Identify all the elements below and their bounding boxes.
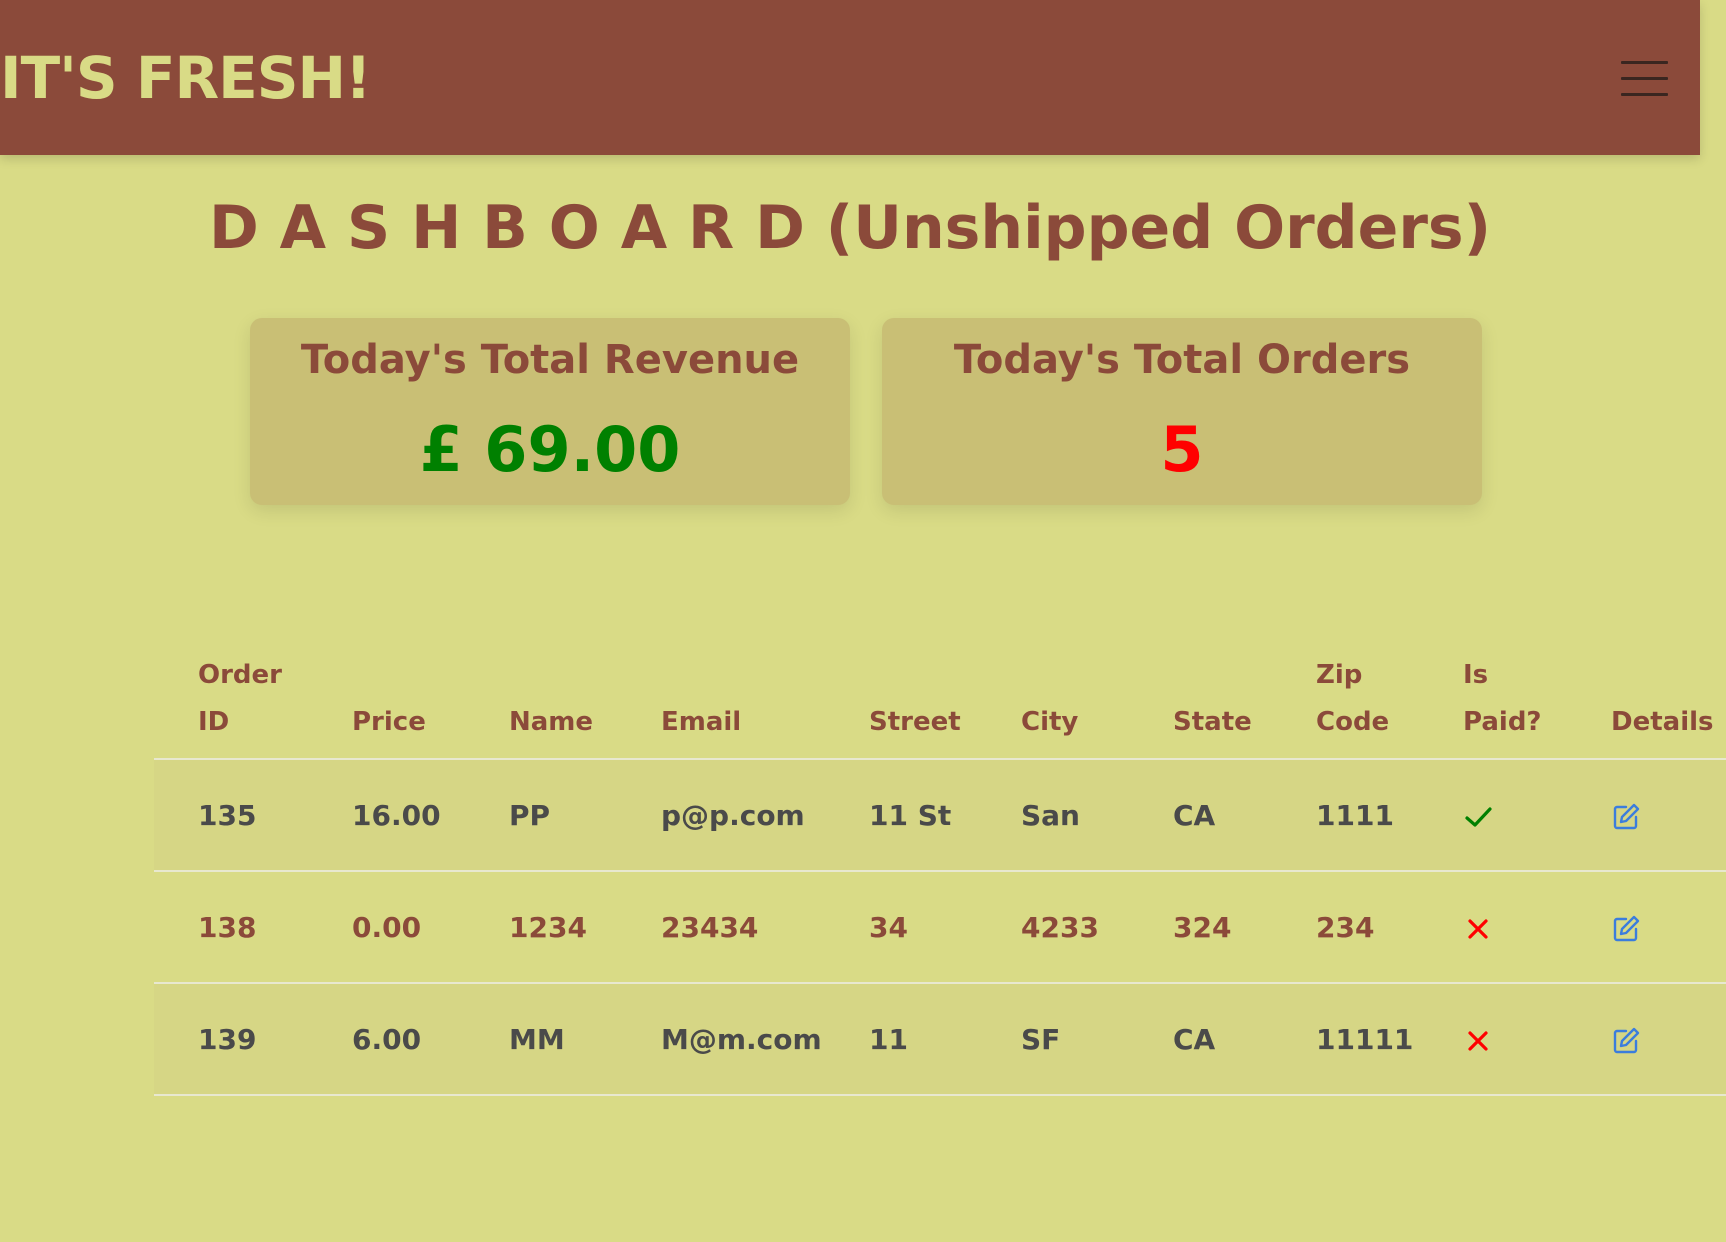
cell-email: p@p.com [617,759,825,872]
cell-state: CA [1129,983,1272,1096]
cell-state: CA [1129,759,1272,872]
cell-state: 324 [1129,871,1272,984]
header-name: Name [465,622,617,760]
cell-is-paid [1419,759,1567,872]
orders-table: Order ID Price Name Email Street City St… [154,622,1726,1096]
cell-name: PP [465,759,617,872]
orders-value: 5 [1160,413,1204,486]
cell-street: 11 St [825,759,977,872]
cell-name: 1234 [465,871,617,984]
revenue-card: Today's Total Revenue £ 69.00 [250,318,850,505]
page-title: D A S H B O A R D (Unshipped Orders) [208,193,1492,263]
cell-order-id: 135 [154,759,308,872]
orders-label: Today's Total Orders [953,337,1411,383]
edit-icon[interactable] [1611,1026,1641,1056]
cell-email: 23434 [617,871,825,984]
cell-street: 11 [825,983,977,1096]
cell-price: 0.00 [308,871,465,984]
cell-is-paid [1419,871,1567,984]
cell-order-id: 139 [154,983,308,1096]
cell-email: M@m.com [617,983,825,1096]
header-is-paid: Is Paid? [1419,622,1567,760]
cell-price: 16.00 [308,759,465,872]
header-zip-code: Zip Code [1272,622,1419,760]
hamburger-line [1621,77,1668,80]
header-order-id: Order ID [154,622,308,760]
cell-details [1567,759,1726,872]
table-header-row: Order ID Price Name Email Street City St… [154,622,1726,760]
header-email: Email [617,622,825,760]
header-details: Details [1567,622,1726,760]
cell-zip: 1111 [1272,759,1419,872]
cell-order-id: 138 [154,871,308,984]
navbar: IT'S FRESH! [0,0,1700,155]
cell-zip: 11111 [1272,983,1419,1096]
header-price: Price [308,622,465,760]
header-city: City [977,622,1129,760]
hamburger-line [1621,93,1668,96]
cell-details [1567,983,1726,1096]
header-street: Street [825,622,977,760]
cell-name: MM [465,983,617,1096]
cell-street: 34 [825,871,977,984]
cell-price: 6.00 [308,983,465,1096]
cross-icon [1468,1030,1488,1051]
cross-icon [1468,918,1488,939]
revenue-label: Today's Total Revenue [300,337,800,383]
cell-city: 4233 [977,871,1129,984]
cell-city: San [977,759,1129,872]
cell-details [1567,871,1726,984]
hamburger-menu-icon[interactable] [1614,56,1674,102]
brand-logo[interactable]: IT'S FRESH! [0,40,372,116]
cell-is-paid [1419,983,1567,1096]
revenue-value: £ 69.00 [419,413,681,486]
table-row: 135 16.00 PP p@p.com 11 St San CA 1111 [154,759,1726,872]
table-row: 138 0.00 1234 23434 34 4233 324 234 [154,871,1726,984]
edit-icon[interactable] [1611,802,1641,832]
edit-icon[interactable] [1611,914,1641,944]
hamburger-line [1621,61,1668,64]
table-row: 139 6.00 MM M@m.com 11 SF CA 11111 [154,983,1726,1096]
header-state: State [1129,622,1272,760]
orders-card: Today's Total Orders 5 [882,318,1482,505]
cell-city: SF [977,983,1129,1096]
check-icon [1465,806,1492,827]
cell-zip: 234 [1272,871,1419,984]
